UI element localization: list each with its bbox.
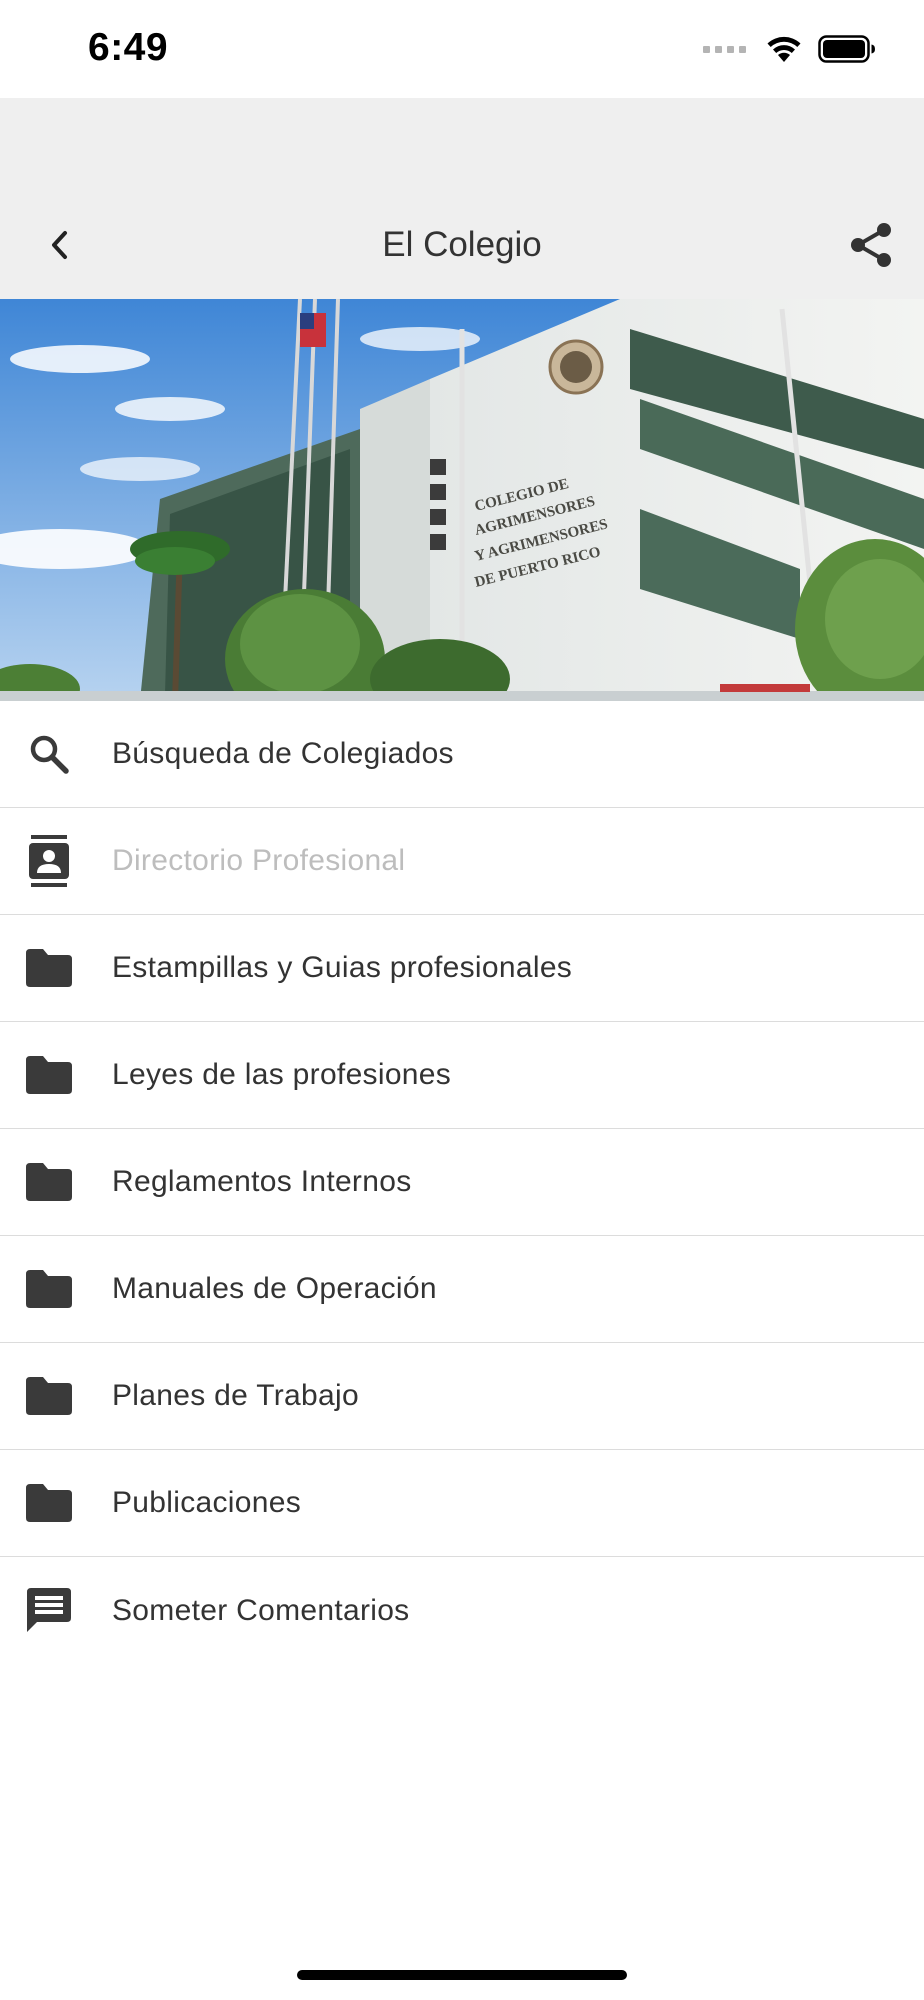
status-icons <box>703 34 876 64</box>
share-button[interactable] <box>844 218 898 272</box>
menu-item-label: Someter Comentarios <box>112 1593 410 1627</box>
menu-item-manuales-operacion[interactable]: Manuales de Operación <box>0 1236 924 1343</box>
menu-item-label: Directorio Profesional <box>112 844 406 877</box>
menu-item-busqueda-colegiados[interactable]: Búsqueda de Colegiados <box>0 701 924 808</box>
page-title: El Colegio <box>382 225 542 264</box>
menu-item-label: Leyes de las profesiones <box>112 1058 452 1091</box>
status-time: 6:49 <box>88 26 169 69</box>
wifi-icon <box>767 36 801 62</box>
menu-item-label: Estampillas y Guias profesionales <box>112 951 573 984</box>
folder-icon <box>24 943 74 993</box>
folder-icon <box>24 1264 74 1314</box>
menu-item-label: Publicaciones <box>112 1486 302 1519</box>
menu-item-directorio-profesional: Directorio Profesional <box>0 808 924 915</box>
menu-item-reglamentos-internos[interactable]: Reglamentos Internos <box>0 1129 924 1236</box>
folder-icon <box>24 1371 74 1421</box>
battery-icon <box>818 35 875 63</box>
hero-image: COLEGIO DE AGRIMENSORES Y AGRIMENSORES D… <box>0 299 924 701</box>
folder-icon <box>24 1157 74 1207</box>
building-photo: COLEGIO DE AGRIMENSORES Y AGRIMENSORES D… <box>0 299 924 701</box>
menu-item-estampillas-guias[interactable]: Estampillas y Guias profesionales <box>0 915 924 1022</box>
share-icon <box>851 223 891 267</box>
menu-item-label: Búsqueda de Colegiados <box>112 737 454 770</box>
folder-icon <box>24 1478 74 1528</box>
menu-item-label: Manuales de Operación <box>112 1272 437 1305</box>
menu-item-publicaciones[interactable]: Publicaciones <box>0 1450 924 1557</box>
contacts-icon <box>24 835 74 887</box>
home-indicator[interactable] <box>297 1970 627 1980</box>
menu-item-label: Planes de Trabajo <box>112 1379 359 1412</box>
signal-icon <box>703 45 746 53</box>
search-icon <box>24 729 74 779</box>
menu-list: Búsqueda de Colegiados Directorio Profes… <box>0 701 924 1664</box>
menu-item-leyes-profesiones[interactable]: Leyes de las profesiones <box>0 1022 924 1129</box>
status-bar: 6:49 <box>0 0 924 98</box>
folder-icon <box>24 1050 74 1100</box>
menu-item-planes-trabajo[interactable]: Planes de Trabajo <box>0 1343 924 1450</box>
menu-item-label: Reglamentos Internos <box>112 1165 412 1198</box>
comment-icon <box>24 1586 74 1636</box>
menu-item-someter-comentarios[interactable]: Someter Comentarios <box>0 1557 924 1664</box>
